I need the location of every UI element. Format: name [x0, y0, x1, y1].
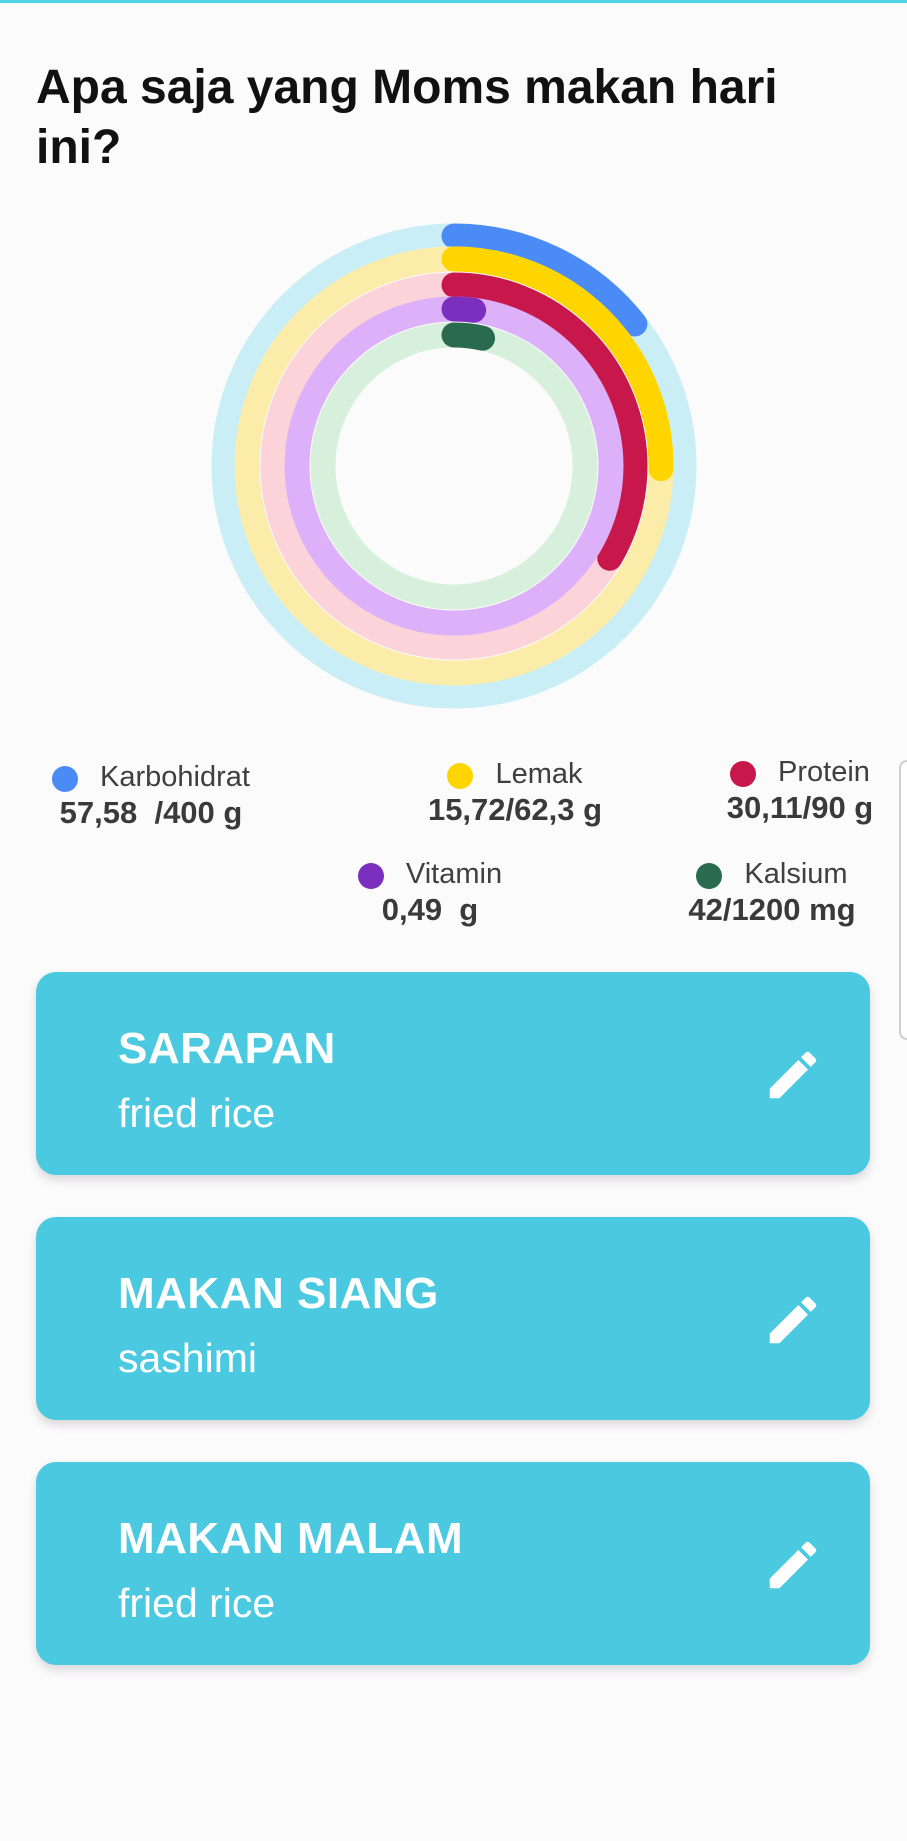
meal-title: MAKAN MALAM	[118, 1514, 464, 1563]
legend-label: Vitamin	[405, 858, 503, 890]
meal-food: fried rice	[118, 1090, 276, 1136]
meal-card-makan-siang[interactable]: MAKAN SIANG sashimi	[36, 1217, 870, 1420]
nutrition-rings	[211, 223, 697, 709]
kalsium-ring-track	[310, 322, 598, 610]
legend-label: Protein	[778, 756, 870, 788]
scrollbar-thumb[interactable]	[899, 760, 907, 1040]
legend-protein: Protein 30,11/90 g	[700, 755, 900, 826]
legend-value: 0,49 g	[381, 891, 479, 927]
protein-dot-icon	[730, 760, 757, 787]
legend-value: 30,11/90 g	[726, 789, 874, 825]
meal-card-makan-malam[interactable]: MAKAN MALAM fried rice	[36, 1462, 870, 1665]
legend-vitamin: Vitamin 0,49 g	[330, 857, 530, 928]
meal-title: MAKAN SIANG	[118, 1269, 439, 1318]
meal-card-sarapan[interactable]: SARAPAN fried rice	[36, 972, 870, 1175]
legend-label: Karbohidrat	[100, 761, 250, 793]
vitamin-ring-track	[284, 296, 624, 636]
pencil-icon[interactable]	[762, 1289, 824, 1351]
legend-lemak: Lemak 15,72/62,3 g	[410, 757, 620, 828]
pencil-icon[interactable]	[762, 1044, 824, 1106]
page-title: Apa saja yang Moms makan hari ini?	[36, 61, 778, 174]
legend-kalsium: Kalsium 42/1200 mg	[672, 857, 872, 928]
legend-label: Kalsium	[744, 858, 848, 890]
meal-food: sashimi	[118, 1335, 257, 1381]
legend-karbohidrat: Karbohidrat 57,58 /400 g	[36, 760, 266, 831]
legend-value: 15,72/62,3 g	[427, 791, 603, 827]
legend-label: Lemak	[495, 758, 583, 790]
legend-value: 57,58 /400 g	[59, 794, 243, 830]
karbohidrat-dot-icon	[52, 765, 79, 792]
vitamin-dot-icon	[357, 862, 384, 889]
meal-food: fried rice	[118, 1580, 276, 1626]
pencil-icon[interactable]	[762, 1534, 824, 1596]
kalsium-dot-icon	[696, 862, 723, 889]
page: Apa saja yang Moms makan hari ini? Karbo…	[0, 0, 907, 1841]
top-accent-bar	[0, 0, 907, 3]
legend-value: 42/1200 mg	[688, 891, 856, 927]
lemak-dot-icon	[447, 762, 474, 789]
meal-title: SARAPAN	[118, 1024, 336, 1073]
